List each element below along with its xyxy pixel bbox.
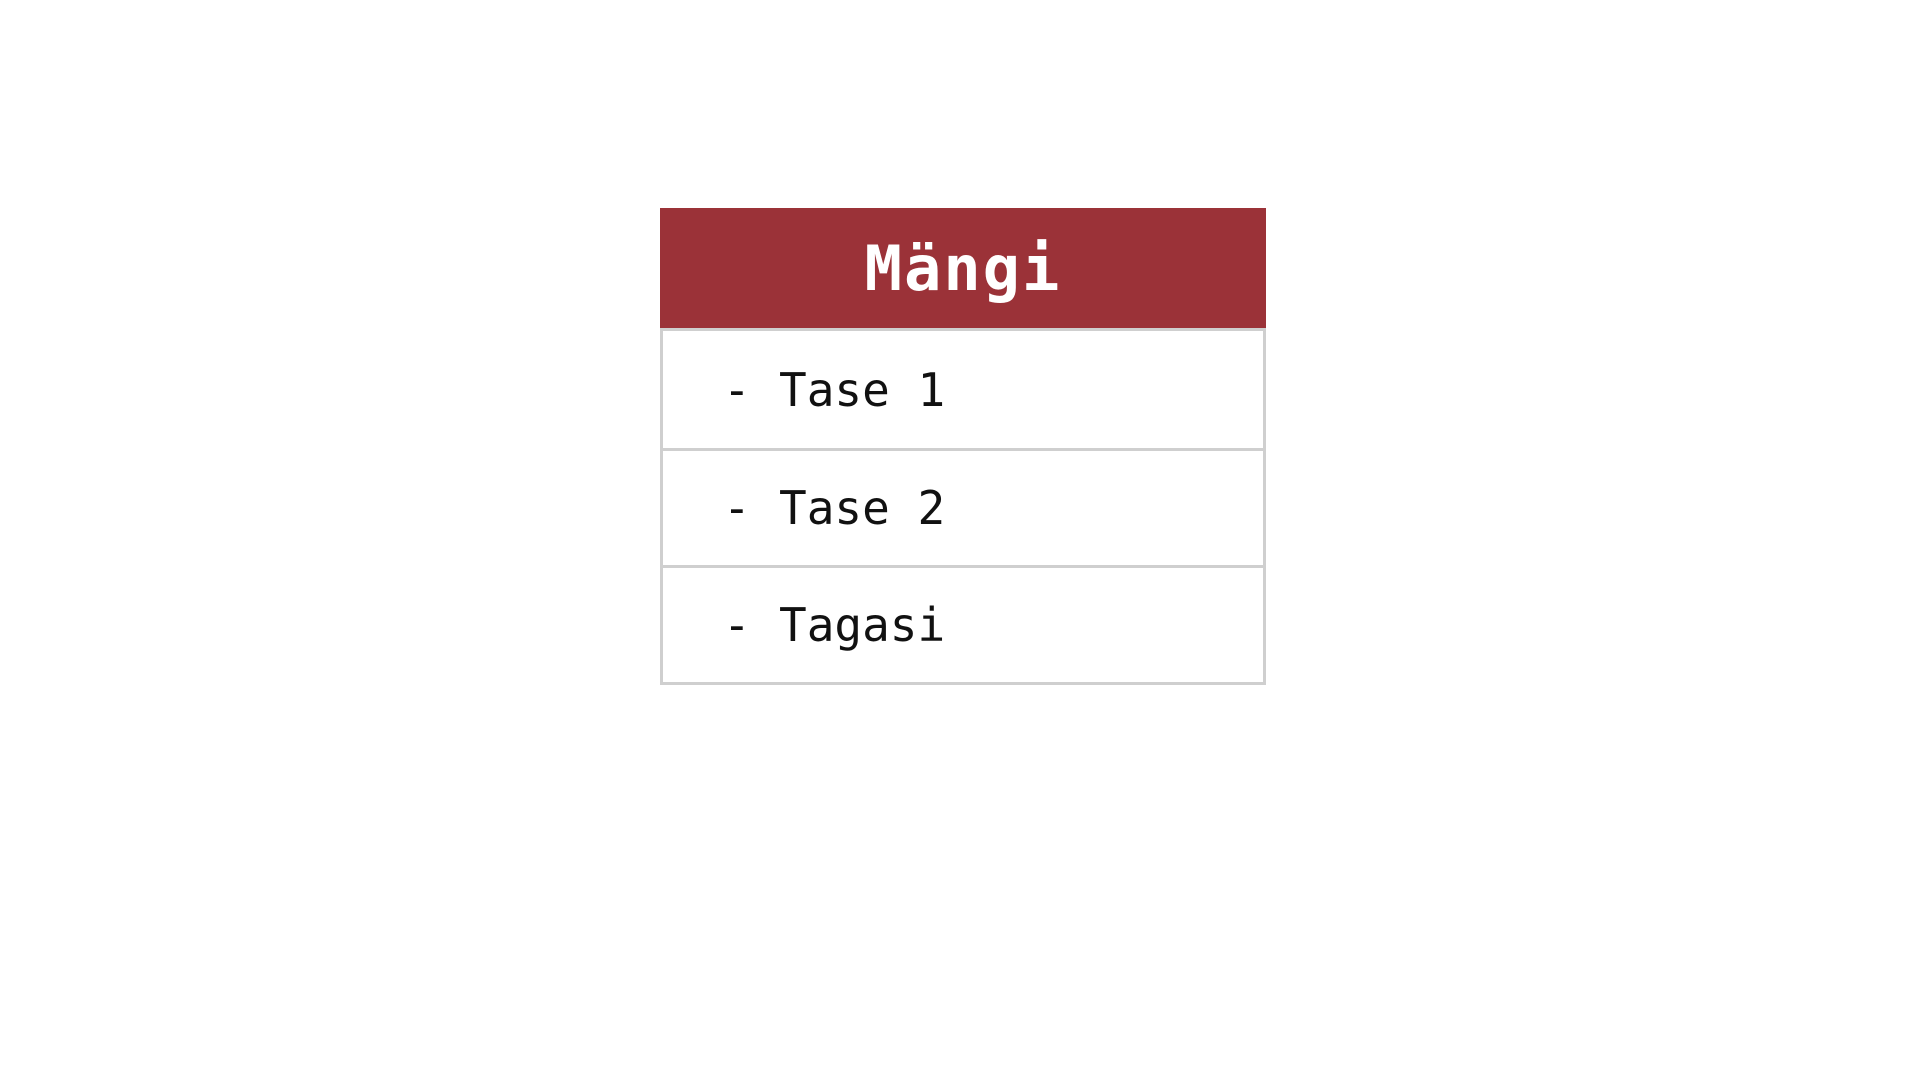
menu-item-dash: -: [723, 362, 751, 417]
menu-item-label: Tase 2: [779, 481, 946, 535]
menu-item-dash: -: [723, 598, 751, 652]
menu-item-label: Tase 1: [779, 362, 946, 417]
menu-list: - Tase 1 - Tase 2 - Tagasi: [660, 328, 1266, 685]
menu-title: Mängi: [660, 208, 1266, 328]
menu-item-dash: -: [723, 481, 751, 535]
menu-item-back[interactable]: - Tagasi: [663, 565, 1263, 682]
menu-item-level-2[interactable]: - Tase 2: [663, 448, 1263, 565]
menu-item-level-1[interactable]: - Tase 1: [663, 331, 1263, 448]
menu-item-label: Tagasi: [779, 598, 946, 652]
game-menu: Mängi - Tase 1 - Tase 2 - Tagasi: [660, 208, 1266, 685]
